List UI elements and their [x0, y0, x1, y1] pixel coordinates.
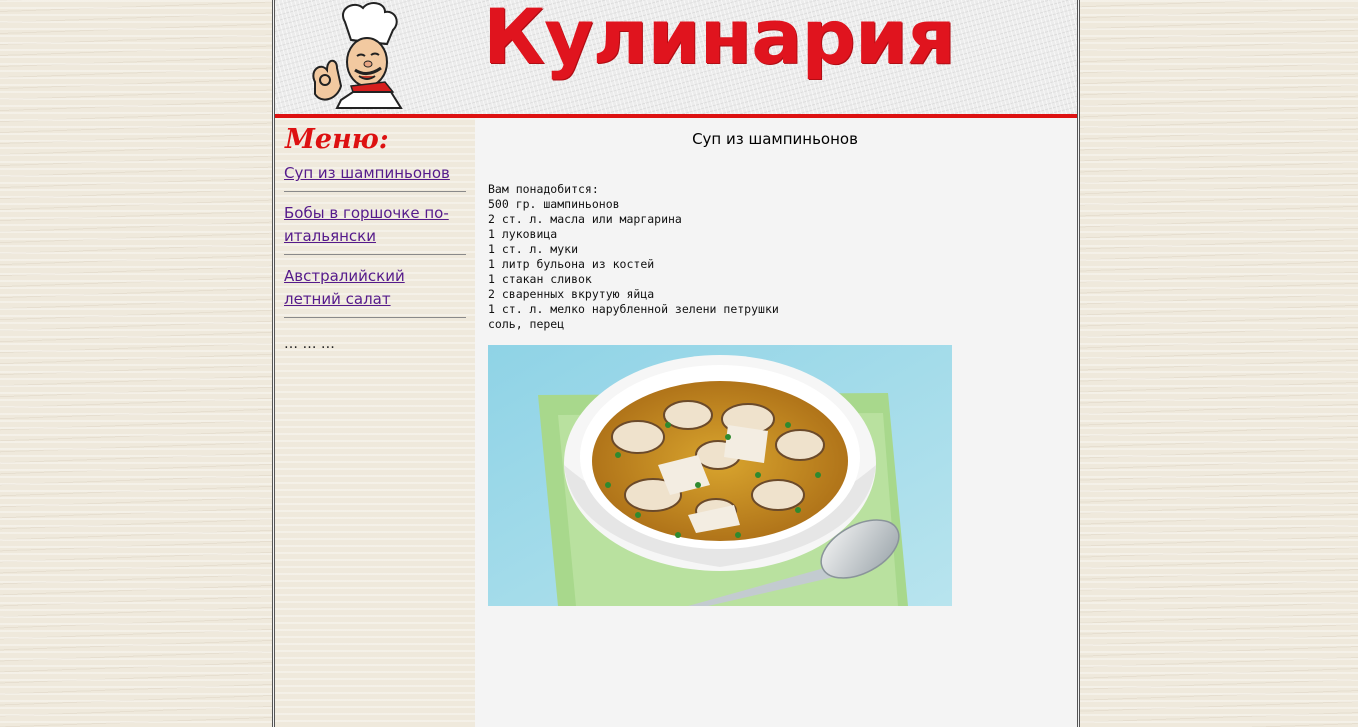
recipe-title: Суп из шампиньонов	[692, 130, 858, 148]
menu-link-australian-salad[interactable]: Австралийский летний салат	[284, 267, 405, 308]
ingredients-heading: Вам понадобится:	[488, 182, 599, 196]
ingredient-item: 1 луковица	[488, 227, 558, 241]
sidebar-menu: Меню: Суп из шампиньонов Бобы в горшочке…	[275, 118, 475, 727]
site-header: Кулинария	[275, 0, 1077, 118]
chef-cartoon-icon	[312, 2, 403, 109]
menu-item: Австралийский летний салат	[284, 265, 466, 318]
ingredient-item: соль, перец	[488, 317, 565, 331]
page-container: Кулинария Меню: Суп из шампиньонов Бобы …	[272, 0, 1080, 727]
ingredient-item: 1 ст. л. мелко нарубленной зелени петруш…	[488, 302, 779, 316]
ingredient-item: 2 сваренных вкрутую яйца	[488, 287, 655, 301]
menu-list: Суп из шампиньонов Бобы в горшочке по-ит…	[284, 162, 466, 328]
menu-title: Меню:	[285, 124, 389, 155]
site-title: Кулинария	[483, 0, 956, 81]
ingredients-list: Вам понадобится: 500 гр. шампиньонов 2 с…	[488, 182, 779, 332]
menu-link-beans-italian[interactable]: Бобы в горшочке по-итальянски	[284, 204, 449, 245]
ingredient-item: 2 ст. л. масла или маргарина	[488, 212, 682, 226]
menu-item: Бобы в горшочке по-итальянски	[284, 202, 466, 255]
mushroom-soup-photo	[488, 345, 952, 606]
menu-more-ellipsis: … … …	[284, 336, 335, 352]
menu-link-mushroom-soup[interactable]: Суп из шампиньонов	[284, 164, 450, 182]
ingredient-item: 500 гр. шампиньонов	[488, 197, 620, 211]
ingredient-item: 1 ст. л. муки	[488, 242, 579, 256]
ingredient-item: 1 литр бульона из костей	[488, 257, 655, 271]
menu-item: Суп из шампиньонов	[284, 162, 466, 192]
ingredient-item: 1 стакан сливок	[488, 272, 592, 286]
